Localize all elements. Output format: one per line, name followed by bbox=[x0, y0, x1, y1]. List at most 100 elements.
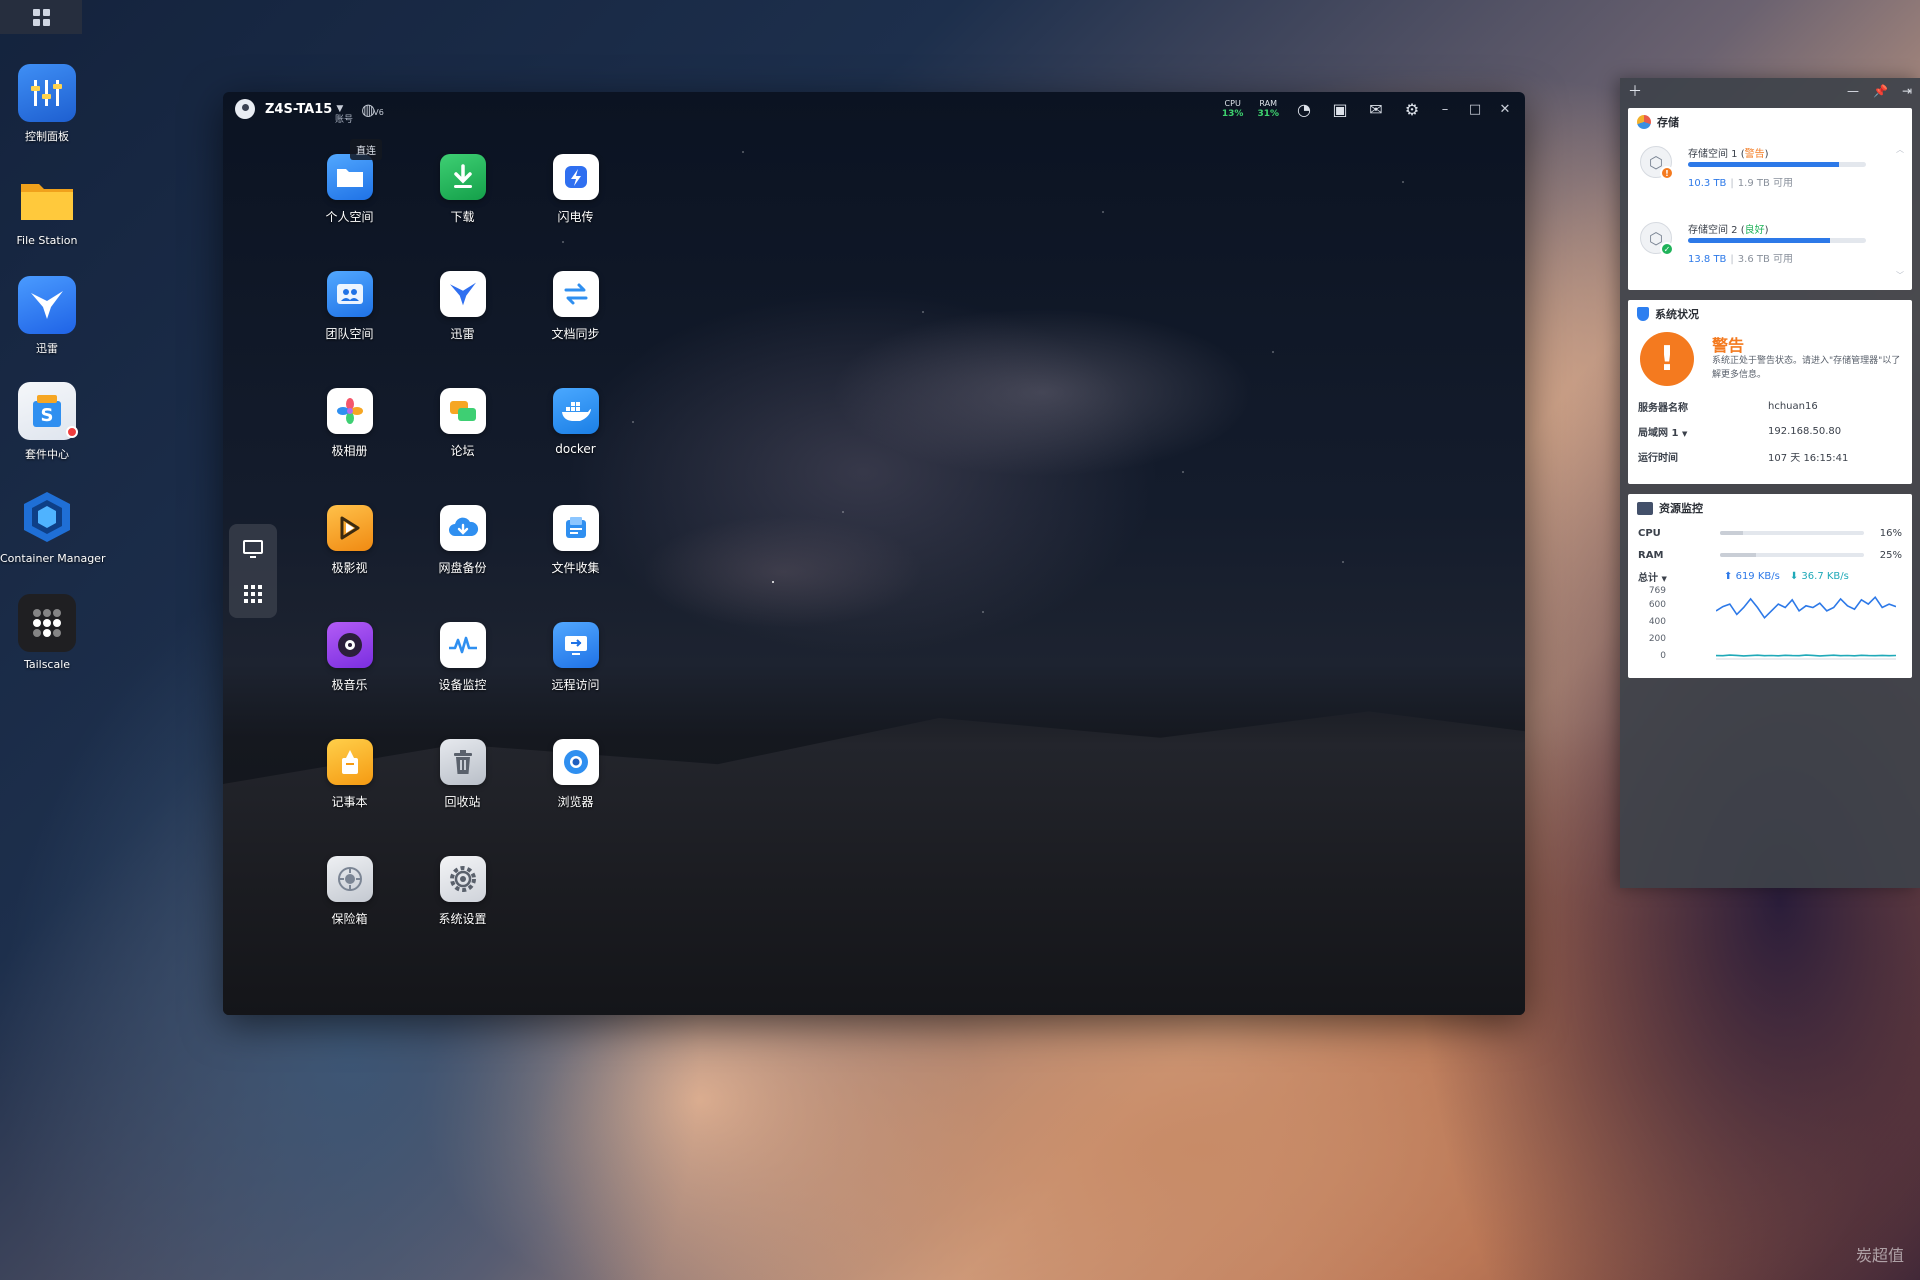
desktop-shortcut-package-center[interactable]: S 套件中心 bbox=[0, 382, 94, 462]
window-titlebar: Z4S-TA15 ▼ ◍ V6 CPU 13% RAM 31% ◔ ▣ ✉ ⚙ –… bbox=[223, 92, 1525, 126]
warning-title: 警告 bbox=[1712, 336, 1745, 355]
ram-usage-fill bbox=[1720, 553, 1756, 557]
device-name[interactable]: Z4S-TA15 bbox=[265, 102, 332, 117]
app-device-monitor[interactable]: 设备监控 bbox=[406, 622, 519, 739]
collapse-panel-icon[interactable]: ⇥ bbox=[1902, 84, 1912, 98]
desktop-shortcut-label: Tailscale bbox=[23, 658, 71, 671]
doc-sync-icon bbox=[552, 271, 599, 317]
lan-label: 局域网 1 ▼ bbox=[1638, 424, 1768, 439]
volume-usage-bar bbox=[1688, 238, 1866, 243]
desktop-view-icon[interactable] bbox=[243, 539, 263, 558]
system-status-widget: 系统状况 ! 警告 系统正处于警告状态。请进入"存储管理器"以了解更多信息。 服… bbox=[1628, 300, 1912, 484]
desktop-shortcut-label: Container Manager bbox=[0, 552, 106, 565]
app-download[interactable]: 下载 bbox=[406, 154, 519, 271]
network-mode-label: V6 bbox=[373, 107, 384, 117]
cpu-meter[interactable]: CPU 13% bbox=[1222, 99, 1244, 119]
volume-usage-fill bbox=[1688, 238, 1831, 243]
network-total-row[interactable]: 总计 ▼ ⬆ 619 KB/s ⬇ 36.7 KB/s bbox=[1628, 566, 1912, 586]
app-recycle-bin[interactable]: 回收站 bbox=[406, 739, 519, 856]
arrow-down-icon: ⬇ bbox=[1789, 570, 1799, 582]
app-label: 极影视 bbox=[331, 561, 368, 575]
device-monitor-icon bbox=[439, 622, 486, 668]
app-label: 保险箱 bbox=[331, 912, 368, 926]
lan-row[interactable]: 局域网 1 ▼ 192.168.50.80 bbox=[1628, 419, 1912, 444]
app-team-space[interactable]: 团队空间 bbox=[293, 271, 406, 388]
app-video[interactable]: 极影视 bbox=[293, 505, 406, 622]
storage-volume-2[interactable]: ⬡ ✓ 存储空间 2 (良好) 13.8 TB | 3.6 TB 可用 bbox=[1628, 212, 1912, 288]
package-center-icon: S bbox=[18, 382, 78, 440]
storage-title: 存储 bbox=[1657, 116, 1679, 129]
minimize-panel-button[interactable]: — bbox=[1847, 84, 1859, 98]
app-photo-album[interactable]: 极相册 bbox=[293, 388, 406, 505]
uptime-label: 运行时间 bbox=[1638, 453, 1678, 464]
storage-volume-1[interactable]: ⬡ ! 存储空间 1 (警告) 10.3 TB | 1.9 TB 可用 bbox=[1628, 136, 1912, 212]
speedometer-icon[interactable]: ◔ bbox=[1293, 100, 1315, 119]
app-docker[interactable]: docker bbox=[519, 388, 632, 505]
ram-label: RAM bbox=[1638, 549, 1664, 561]
task-manager-icon[interactable]: ▣ bbox=[1329, 100, 1351, 119]
file-collect-icon bbox=[552, 505, 599, 551]
volume-usage-bar bbox=[1688, 162, 1866, 167]
shield-icon bbox=[1637, 307, 1649, 321]
app-browser[interactable]: 浏览器 bbox=[519, 739, 632, 856]
notification-dot-icon bbox=[66, 426, 78, 438]
app-personal-space[interactable]: 个人空间 bbox=[293, 154, 406, 271]
app-music[interactable]: 极音乐 bbox=[293, 622, 406, 739]
download-rate: ⬇ 36.7 KB/s bbox=[1790, 571, 1849, 582]
app-cloud-backup[interactable]: 网盘备份 bbox=[406, 505, 519, 622]
app-lightning-transfer[interactable]: 闪电传 bbox=[519, 154, 632, 271]
app-doc-sync[interactable]: 文档同步 bbox=[519, 271, 632, 388]
app-label: 浏览器 bbox=[557, 795, 594, 809]
close-button[interactable]: ✕ bbox=[1497, 102, 1513, 117]
globe-icon[interactable]: ◍ V6 bbox=[361, 100, 384, 119]
storage-widget: 存储 ︿ ⬡ ! 存储空间 1 (警告) 10.3 TB | 1.9 TB 可用 ⬡… bbox=[1628, 108, 1912, 290]
ram-meter[interactable]: RAM 31% bbox=[1257, 99, 1279, 119]
pie-chart-icon bbox=[1637, 115, 1651, 129]
desktop-shortcut-container-manager[interactable]: Container Manager bbox=[0, 488, 106, 565]
app-thunder[interactable]: 迅雷 bbox=[406, 271, 519, 388]
pin-icon[interactable]: 📌 bbox=[1873, 84, 1888, 98]
download-series-line bbox=[1716, 654, 1896, 657]
app-settings[interactable]: 系统设置 bbox=[406, 856, 519, 973]
app-notepad[interactable]: 记事本 bbox=[293, 739, 406, 856]
chevron-down-icon[interactable]: ﹀ bbox=[1896, 270, 1904, 281]
thunder-bird-icon bbox=[18, 276, 76, 334]
app-remote-access[interactable]: 远程访问 bbox=[519, 622, 632, 739]
app-label: 回收站 bbox=[444, 795, 481, 809]
volume-status: 良好 bbox=[1744, 225, 1765, 236]
minimize-button[interactable]: – bbox=[1437, 102, 1453, 117]
lan-ip-value: 192.168.50.80 bbox=[1768, 426, 1842, 437]
cpu-usage-bar bbox=[1720, 531, 1864, 535]
app-grid-icon[interactable] bbox=[244, 584, 262, 603]
desktop-shortcut-file-station[interactable]: File Station bbox=[0, 170, 94, 247]
network-line-chart bbox=[1716, 595, 1896, 660]
resource-monitor-widget-title: 资源监控 bbox=[1628, 494, 1912, 522]
app-label: 记事本 bbox=[331, 795, 368, 809]
volume-status: 警告 bbox=[1744, 149, 1765, 160]
uptime-value: 107 天 16:15:41 bbox=[1768, 453, 1849, 464]
desktop-shortcut-control-panel[interactable]: 控制面板 bbox=[0, 64, 94, 144]
app-label: 文档同步 bbox=[551, 327, 600, 341]
volume-used: 13.8 TB bbox=[1688, 254, 1727, 265]
desktop-shortcut-thunder[interactable]: 迅雷 bbox=[0, 276, 94, 356]
desktop-shortcut-tailscale[interactable]: Tailscale bbox=[0, 594, 94, 671]
cpu-value: 16% bbox=[1879, 527, 1902, 539]
maximize-button[interactable]: □ bbox=[1467, 102, 1483, 117]
docker-icon bbox=[552, 388, 599, 434]
gear-icon[interactable]: ⚙ bbox=[1401, 100, 1423, 119]
user-avatar-icon[interactable] bbox=[235, 99, 255, 119]
exclamation-icon: ! bbox=[1640, 332, 1694, 386]
mail-icon[interactable]: ✉ bbox=[1365, 100, 1387, 119]
system-status-title: 系统状况 bbox=[1655, 308, 1699, 321]
add-widget-button[interactable]: ＋ bbox=[1628, 81, 1642, 101]
upload-rate: ⬆ 619 KB/s bbox=[1724, 571, 1780, 582]
chevron-down-icon: ▼ bbox=[1681, 430, 1688, 438]
volume-name: 存储空间 1 (警告) bbox=[1688, 149, 1769, 160]
volume-name-text: 存储空间 2 bbox=[1688, 225, 1738, 236]
app-label: 极音乐 bbox=[331, 678, 368, 692]
app-safe-box[interactable]: 保险箱 bbox=[293, 856, 406, 973]
desktop-menu-button[interactable] bbox=[0, 0, 82, 34]
app-forum[interactable]: 论坛 bbox=[406, 388, 519, 505]
app-file-collect[interactable]: 文件收集 bbox=[519, 505, 632, 622]
check-badge-icon: ✓ bbox=[1660, 242, 1674, 256]
